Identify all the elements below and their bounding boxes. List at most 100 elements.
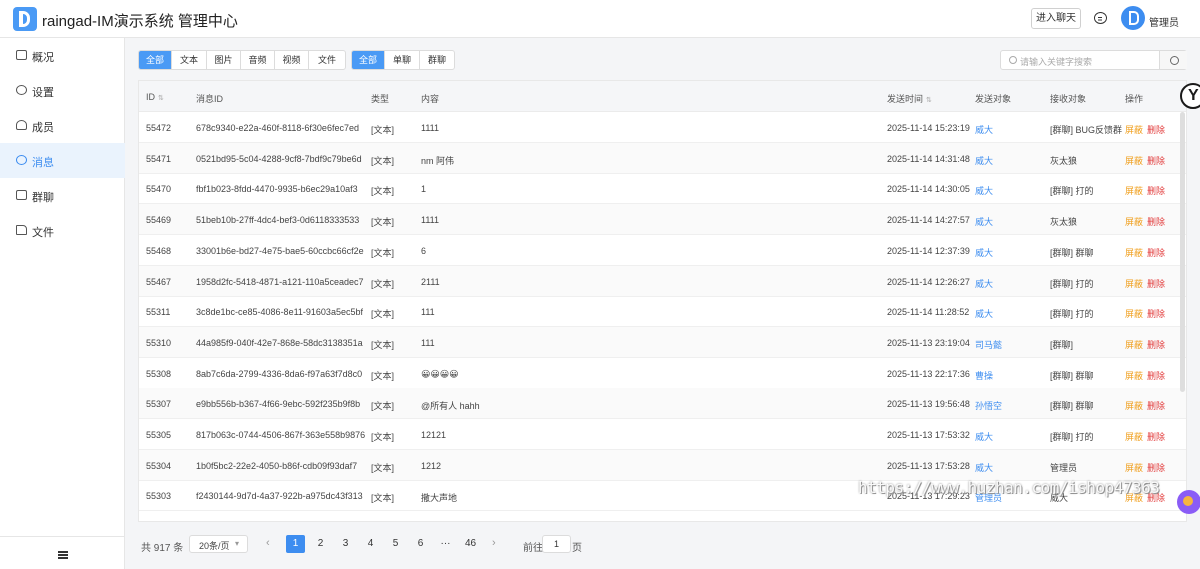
sort-icon: ⇅ [926,97,932,104]
cell-sender[interactable]: 威大 [975,154,993,167]
message-icon[interactable] [1094,12,1107,24]
block-button[interactable]: 屏蔽 [1125,246,1143,259]
admin-name[interactable]: 管理员 [1149,14,1179,29]
sidebar-item-overview[interactable]: 概况 [0,38,125,73]
enter-chat-button[interactable]: 进入聊天 [1031,8,1081,29]
menu-collapse-icon[interactable] [58,551,68,553]
block-button[interactable]: 屏蔽 [1125,123,1143,136]
cell-sender[interactable]: 威大 [975,215,993,228]
type-filter-video[interactable]: 视频 [275,51,309,69]
block-button[interactable]: 屏蔽 [1125,307,1143,320]
cell-msg-id: 678c9340-e22a-460f-8118-6f30e6fec7ed [196,123,359,133]
cell-content: 1111 [421,123,440,133]
search-box[interactable]: 请输入关键字搜索 [1000,50,1187,70]
delete-button[interactable]: 删除 [1147,338,1165,351]
cell-sender[interactable]: 威大 [975,430,993,443]
block-button[interactable]: 屏蔽 [1125,430,1143,443]
cell-receiver: 管理员 [1050,462,1078,473]
sidebar-item-label: 消息 [32,157,54,169]
cell-time: 2025-11-13 22:17:36 [887,368,970,379]
col-id[interactable]: ID ⇅ [146,92,164,102]
page-number[interactable]: 2 [311,535,330,553]
cell-sender[interactable]: 威大 [975,123,993,136]
block-button[interactable]: 屏蔽 [1125,154,1143,167]
sidebar-item-label: 群聊 [32,192,54,204]
cell-sender[interactable]: 威大 [975,461,993,474]
floating-assistant-icon[interactable] [1180,83,1200,109]
delete-button[interactable]: 删除 [1147,246,1165,259]
page-number[interactable]: 6 [411,535,430,553]
delete-button[interactable]: 删除 [1147,184,1165,197]
cell-sender[interactable]: 威大 [975,277,993,290]
block-button[interactable]: 屏蔽 [1125,369,1143,382]
col-time[interactable]: 发送时间 ⇅ [887,92,932,105]
delete-button[interactable]: 删除 [1147,154,1165,167]
cell-sender[interactable]: 孙悟空 [975,399,1002,412]
page-number[interactable]: 5 [386,535,405,553]
avatar[interactable] [1121,6,1145,30]
table-row: 55307 e9bb556b-b367-4f66-9ebc-592f235b9f8… [139,388,1186,420]
cell-content: nm 阿伟 [421,155,455,166]
type-filter-file[interactable]: 文件 [309,51,345,69]
cell-msg-id: 8ab7c6da-2799-4336-8da6-f97a63f7d8c0 [196,368,363,379]
sidebar-item-label: 设置 [32,87,54,99]
table-scrollbar[interactable] [1180,112,1185,392]
block-button[interactable]: 屏蔽 [1125,277,1143,290]
group-chat-icon [16,190,27,200]
cell-content: 1 [421,184,427,195]
delete-button[interactable]: 删除 [1147,307,1165,320]
delete-button[interactable]: 删除 [1147,369,1165,382]
block-button[interactable]: 屏蔽 [1125,184,1143,197]
page-number[interactable]: 46 [461,535,480,553]
delete-button[interactable]: 删除 [1147,461,1165,474]
page-number[interactable]: ··· [436,535,455,553]
block-button[interactable]: 屏蔽 [1125,338,1143,351]
cell-time: 2025-11-14 14:27:57 [887,215,970,226]
sidebar-item-messages[interactable]: 消息 [0,143,125,178]
sidebar-item-members[interactable]: 成员 [0,108,125,143]
table-row: 55310 44a985f9-040f-42e7-868e-58dc3138351… [139,326,1186,358]
type-filter-all[interactable]: 全部 [139,51,172,69]
floating-chat-icon[interactable] [1177,490,1200,514]
app-title: raingad-IM演示系统 管理中心 [42,13,238,30]
scope-filter-all[interactable]: 全部 [352,51,385,69]
cell-sender[interactable]: 威大 [975,184,993,197]
cell-msg-id: 0521bd95-5c04-4288-9cf8-7bdf9c79be6d [196,153,362,164]
delete-button[interactable]: 删除 [1147,399,1165,412]
goto-page-input[interactable]: 1 [542,535,571,553]
scope-filter-private[interactable]: 单聊 [385,51,420,69]
cell-type: [文本] [371,155,395,166]
sidebar-item-files[interactable]: 文件 [0,213,125,248]
block-button[interactable]: 屏蔽 [1125,399,1143,412]
next-page-button[interactable]: › [492,537,496,549]
search-button[interactable] [1159,51,1187,69]
cell-type: [文本] [371,370,395,381]
cell-msg-id: 51beb10b-27ff-4dc4-bef3-0d6118333533 [196,215,360,226]
search-input[interactable]: 请输入关键字搜索 [1020,55,1092,68]
cell-sender[interactable]: 威大 [975,246,993,259]
sidebar-item-label: 概况 [32,52,54,64]
cell-sender[interactable]: 司马懿 [975,338,1002,351]
sidebar-item-groups[interactable]: 群聊 [0,178,125,213]
page-number[interactable]: 1 [286,535,305,553]
delete-button[interactable]: 删除 [1147,215,1165,228]
sidebar-item-settings[interactable]: 设置 [0,73,125,108]
page-number[interactable]: 4 [361,535,380,553]
delete-button[interactable]: 删除 [1147,123,1165,136]
block-button[interactable]: 屏蔽 [1125,461,1143,474]
type-filter-image[interactable]: 图片 [207,51,241,69]
prev-page-button[interactable]: ‹ [266,537,270,549]
page-size-select[interactable]: 20条/页 ▾ [189,535,248,553]
type-filter-text[interactable]: 文本 [172,51,207,69]
table-row: 55308 8ab7c6da-2799-4336-8da6-f97a63f7d8c… [139,358,1186,389]
type-filter-audio[interactable]: 音频 [241,51,275,69]
cell-sender[interactable]: 威大 [975,307,993,320]
table-row: 55304 1b0f5bc2-22e2-4050-b86f-cdb09f93daf… [139,449,1186,481]
cell-time: 2025-11-13 19:56:48 [887,399,970,410]
delete-button[interactable]: 删除 [1147,277,1165,290]
block-button[interactable]: 屏蔽 [1125,215,1143,228]
cell-sender[interactable]: 曹操 [975,369,993,382]
page-number[interactable]: 3 [336,535,355,553]
delete-button[interactable]: 删除 [1147,430,1165,443]
scope-filter-group[interactable]: 群聊 [420,51,454,69]
